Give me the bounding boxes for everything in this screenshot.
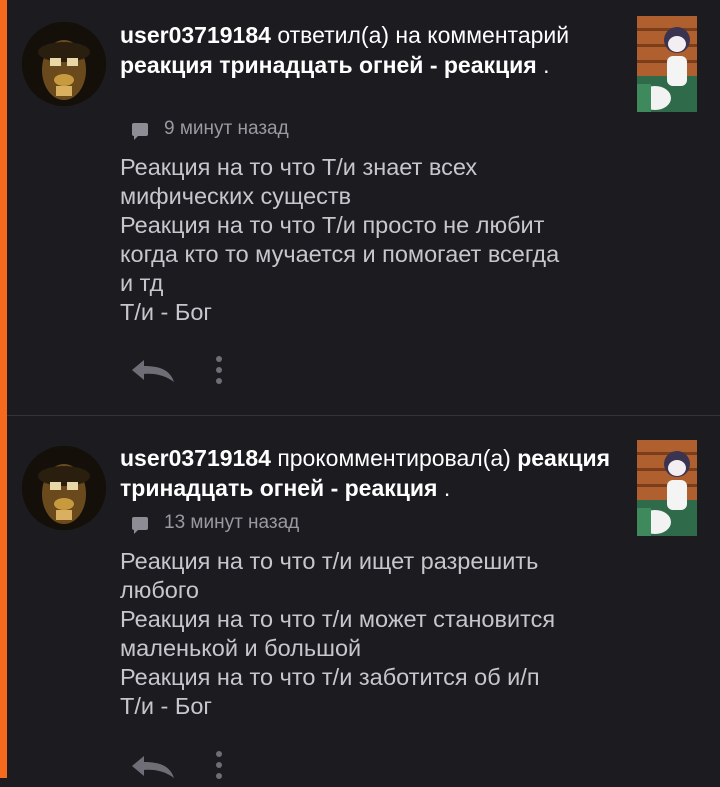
comment-line: Реакция на то что Т/и знает всех bbox=[120, 154, 478, 180]
more-options-button[interactable] bbox=[214, 750, 224, 787]
accent-bar bbox=[0, 0, 7, 778]
comment-text: Реакция на то что Т/и знает всех мифичес… bbox=[120, 153, 680, 327]
reply-button[interactable] bbox=[130, 358, 176, 389]
comment-line: мифических существ bbox=[120, 183, 352, 209]
comment-line: Реакция на то что т/и заботится об и/п bbox=[120, 664, 540, 690]
comment-bubble-icon bbox=[132, 122, 148, 140]
trailing-dot: . bbox=[443, 475, 451, 501]
action-text: прокомментировал(а) bbox=[277, 445, 511, 471]
comment-line: Т/и - Бог bbox=[120, 693, 212, 719]
avatar[interactable] bbox=[22, 446, 106, 530]
comment-line: Реакция на то что Т/и просто не любит bbox=[120, 212, 545, 238]
action-text: ответил(а) на комментарий bbox=[277, 22, 570, 48]
more-options-button[interactable] bbox=[214, 355, 224, 392]
comment-line: любого bbox=[120, 577, 199, 603]
comment-text: Реакция на то что т/и ищет разрешить люб… bbox=[120, 547, 680, 721]
reply-icon bbox=[132, 756, 174, 778]
story-thumbnail[interactable] bbox=[637, 16, 697, 112]
timestamp-row: 9 минут назад bbox=[132, 118, 289, 140]
notification-headline: user03719184 ответил(а) на комментарий р… bbox=[120, 20, 620, 80]
more-vertical-icon bbox=[216, 356, 222, 384]
notification-headline: user03719184 прокомментировал(а) реакция… bbox=[120, 443, 620, 503]
username-link[interactable]: user03719184 bbox=[120, 445, 271, 471]
comment-bubble-icon bbox=[132, 516, 148, 534]
comment-line: Реакция на то что т/и может становится bbox=[120, 606, 556, 632]
avatar[interactable] bbox=[22, 22, 106, 106]
timestamp-row: 13 минут назад bbox=[132, 512, 299, 534]
username-link[interactable]: user03719184 bbox=[120, 22, 271, 48]
comment-line: и тд bbox=[120, 270, 164, 296]
comment-line: маленькой и большой bbox=[120, 635, 362, 661]
reply-button[interactable] bbox=[130, 754, 176, 785]
time-ago: 13 минут назад bbox=[164, 512, 300, 533]
comment-line: Реакция на то что т/и ищет разрешить bbox=[120, 548, 539, 574]
story-title-link[interactable]: реакция тринадцать огней - реакция bbox=[120, 52, 537, 78]
comment-line: Т/и - Бог bbox=[120, 299, 212, 325]
trailing-dot: . bbox=[543, 52, 550, 78]
comment-line: когда кто то мучается и помогает всегда bbox=[120, 241, 560, 267]
time-ago: 9 минут назад bbox=[164, 118, 289, 139]
story-thumbnail[interactable] bbox=[637, 440, 697, 536]
more-vertical-icon bbox=[216, 751, 222, 779]
divider bbox=[7, 415, 720, 416]
reply-icon bbox=[132, 360, 174, 382]
